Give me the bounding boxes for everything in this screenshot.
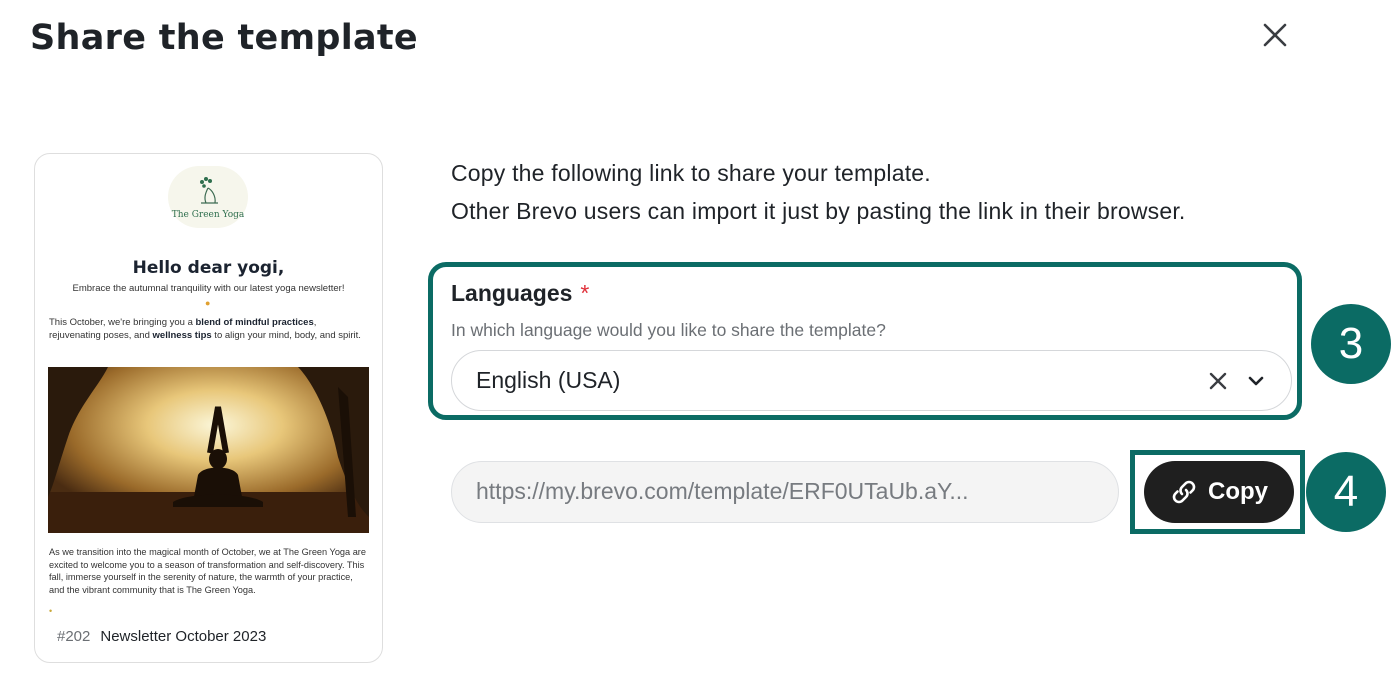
language-select-value: English (USA) — [476, 367, 621, 393]
preview-paragraph-2: As we transition into the magical month … — [49, 547, 366, 595]
step-badge-3: 3 — [1311, 304, 1391, 384]
dialog-title: Share the template — [30, 18, 418, 58]
template-name: Newsletter October 2023 — [100, 628, 267, 645]
chevron-down-icon[interactable] — [1246, 371, 1266, 391]
template-id: #202 — [57, 628, 91, 645]
copy-button[interactable]: Copy — [1144, 461, 1294, 523]
languages-label: Languages * — [451, 280, 590, 306]
preview-cut-text: • — [49, 606, 53, 614]
template-preview: The Green Yoga Hello dear yogi, Embrace … — [35, 154, 382, 614]
close-button[interactable] — [1256, 16, 1294, 54]
yoga-photo — [48, 367, 369, 533]
preview-heading: Hello dear yogi, — [132, 258, 285, 278]
preview-paragraph: This October, we're bringing you a blend… — [49, 317, 361, 341]
close-icon[interactable] — [1262, 22, 1288, 48]
copy-button-label: Copy — [1208, 478, 1268, 505]
step-badge-4: 4 — [1306, 452, 1386, 532]
share-link-value: https://my.brevo.com/template/ERF0UTaUb.… — [476, 478, 969, 504]
logo-text: The Green Yoga — [171, 210, 245, 220]
languages-help: In which language would you like to shar… — [451, 320, 886, 340]
required-mark: * — [580, 280, 590, 306]
yoga-logo-icon — [200, 177, 218, 204]
language-select[interactable]: English (USA) — [451, 350, 1292, 411]
link-icon — [1172, 480, 1196, 504]
share-description: Copy the following link to share your te… — [451, 154, 1186, 230]
leaf-icon: ● — [205, 298, 211, 308]
share-line-2: Other Brevo users can import it just by … — [451, 198, 1186, 224]
share-link-field[interactable]: https://my.brevo.com/template/ERF0UTaUb.… — [451, 461, 1119, 523]
preview-subheading: Embrace the autumnal tranquility with ou… — [72, 283, 345, 294]
card-footer: #202 Newsletter October 2023 — [57, 628, 266, 645]
template-card: The Green Yoga Hello dear yogi, Embrace … — [34, 153, 383, 663]
template-logo: The Green Yoga — [168, 166, 248, 228]
share-line-1: Copy the following link to share your te… — [451, 160, 931, 186]
clear-icon[interactable] — [1208, 371, 1228, 391]
